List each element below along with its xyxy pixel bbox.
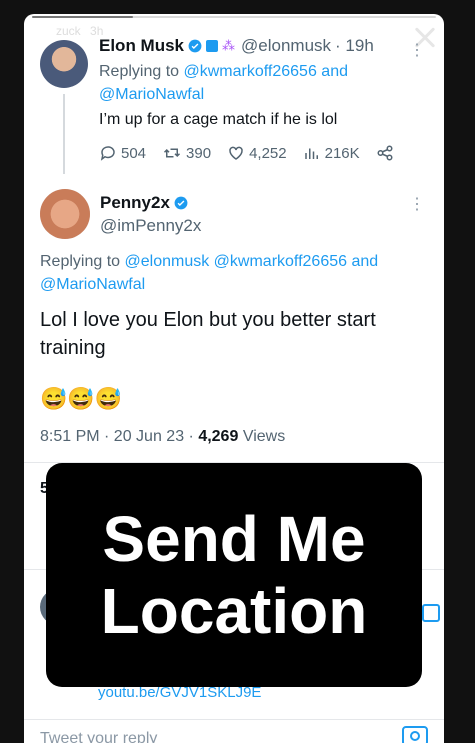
views-number: 4,269: [198, 428, 239, 445]
mention-link[interactable]: @MarioNawfal: [99, 86, 204, 103]
parent-stats: 504 390 4,252 216K: [99, 144, 414, 162]
reply-bar: Tweet your reply: [24, 719, 444, 743]
mention-link[interactable]: @kwmarkoff26656: [184, 63, 317, 80]
retweet-icon: [164, 148, 181, 158]
main-author-name[interactable]: Penny2x: [100, 193, 170, 213]
main-handle[interactable]: @imPenny2x: [100, 216, 201, 236]
reply-prefix: Replying to: [40, 253, 121, 270]
parent-time: · 19h: [335, 36, 374, 55]
share-icon: [377, 145, 393, 161]
main-name-row: Penny2x: [100, 193, 188, 213]
views-count: 216K: [324, 144, 360, 162]
like-stat[interactable]: 4,252: [227, 144, 287, 162]
reply-count: 504: [121, 144, 147, 162]
more-options-icon[interactable]: ⋮: [409, 194, 426, 214]
camera-icon[interactable]: [402, 726, 428, 743]
story-progress: [24, 14, 444, 18]
timestamp-text: 8:51 PM · 20 Jun 23 ·: [40, 428, 194, 445]
reply-prefix: Replying to: [99, 63, 180, 80]
reply-stat[interactable]: 504: [99, 144, 146, 162]
heart-icon: [229, 146, 243, 160]
reply-icon: [100, 146, 115, 161]
tweet-timestamp: 8:51 PM · 20 Jun 23 · 4,269 Views: [40, 428, 285, 446]
views-icon: [304, 148, 318, 159]
overlay-line-1: Send Me: [102, 503, 366, 575]
parent-tweet-text: I’m up for a cage match if he is lol: [99, 111, 338, 128]
parent-replying-to: Replying to @kwmarkoff26656 and @MarioNa…: [99, 60, 419, 106]
verified-icon: [174, 196, 188, 210]
mention-link[interactable]: @kwmarkoff26656: [214, 253, 347, 270]
parent-handle[interactable]: @elonmusk: [241, 36, 331, 56]
story-author: zuck: [56, 24, 81, 38]
story-frame: zuck 3h Elon Musk ⁂ @elonmusk · 19h Repl…: [24, 14, 444, 743]
story-text-overlay: Send Me Location: [46, 463, 422, 687]
verified-icon: [188, 39, 202, 53]
main-tweet-text: Lol I love you Elon but you better start…: [40, 309, 376, 359]
partial-icon: [422, 604, 440, 622]
retweet-stat[interactable]: 390: [162, 144, 211, 162]
mention-link[interactable]: @MarioNawfal: [40, 276, 145, 293]
views-label: Views: [242, 428, 286, 445]
thread-line: [63, 94, 65, 174]
mention-link[interactable]: @elonmusk: [125, 253, 210, 270]
like-count: 4,252: [249, 144, 287, 162]
views-stat[interactable]: 216K: [303, 144, 360, 162]
mention-conj: and: [321, 63, 348, 80]
emoji-row: 😅😅😅: [40, 386, 123, 411]
more-options-icon[interactable]: ⋮: [409, 40, 426, 60]
share-stat[interactable]: [376, 144, 398, 162]
main-replying-to: Replying to @elonmusk @kwmarkoff26656 an…: [40, 250, 430, 296]
parent-author-name[interactable]: Elon Musk: [99, 36, 184, 56]
affiliate-badge-icon: [206, 40, 219, 52]
avatar-elon[interactable]: [40, 40, 88, 88]
mention-conj: and: [351, 253, 379, 270]
reply-input[interactable]: Tweet your reply: [40, 730, 157, 743]
avatar-penny[interactable]: [40, 189, 90, 239]
parent-name-row: Elon Musk ⁂ @elonmusk · 19h: [99, 36, 374, 56]
group-icon: ⁂: [222, 38, 236, 53]
overlay-line-2: Location: [100, 575, 368, 647]
retweet-count: 390: [186, 144, 212, 162]
